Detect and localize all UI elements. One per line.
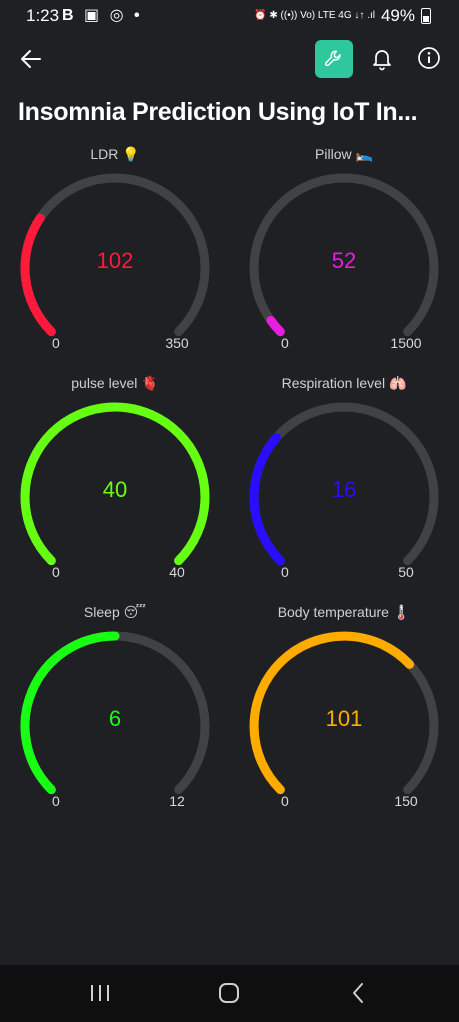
gauge-ldr[interactable]: LDR 💡 102 0 350 [10,146,220,356]
status-signal-icons: ⏰ ✱ ((•)) Vo) LTE 4G ↓↑ .ıl [254,10,375,21]
top-app-bar [0,38,459,82]
back-button[interactable] [18,46,44,72]
gauge-sleep[interactable]: Sleep 😴 6 0 12 [10,604,220,814]
gauge-min: 0 [281,335,289,351]
arrow-left-icon [21,50,41,68]
recent-apps-icon [91,985,109,1001]
gauge-label: Pillow 🛌 [315,146,373,162]
wrench-icon [325,50,341,67]
home-icon [219,983,239,1003]
status-system-icons: ⏰ ✱ ((•)) Vo) LTE 4G ↓↑ .ıl 49% [254,6,431,26]
gauge-min: 0 [281,793,289,809]
gauge-body-temperature[interactable]: Body temperature 🌡️ 101 0 150 [239,604,449,814]
gauge-max: 1500 [390,335,422,351]
gauge-value-arc [266,315,285,337]
gauge-value-arc [20,213,56,337]
status-time: 1:23 [26,6,60,25]
gauge-value: 102 [96,248,134,273]
gauge-value: 40 [102,477,128,502]
gauge-max: 50 [398,564,414,580]
gauge-value: 6 [108,706,122,731]
gauge-label: Respiration level 🫁 [281,375,407,391]
status-notification-icons: B ▣ ◎ • [62,7,143,24]
gauge-label: Body temperature 🌡️ [277,604,411,620]
gauge-max: 40 [169,564,185,580]
system-back-button[interactable] [348,980,368,1006]
home-button[interactable] [218,982,240,1004]
system-navigation-bar [0,965,459,1022]
gauge-max: 12 [169,793,185,809]
gauge-min: 0 [52,793,60,809]
gauge-respiration-level[interactable]: Respiration level 🫁 16 0 50 [239,375,449,585]
gauge-max: 350 [165,335,189,351]
bell-icon [373,50,391,71]
gauge-pulse-level[interactable]: pulse level 🫀 40 0 40 [10,375,220,585]
gauge-value: 52 [331,248,357,273]
gauge-pillow[interactable]: Pillow 🛌 52 0 1500 [239,146,449,356]
battery-percentage: 49% [380,6,415,25]
notifications-button[interactable] [370,46,394,72]
info-button[interactable] [417,46,441,70]
gauge-min: 0 [281,564,289,580]
page-title: Insomnia Prediction Using IoT In... [18,98,418,126]
gauge-max: 150 [394,793,418,809]
gauge-label: LDR 💡 [90,146,140,162]
gauge-min: 0 [52,335,60,351]
chevron-left-icon [353,983,363,1003]
settings-button[interactable] [315,40,353,78]
info-icon [418,47,440,69]
gauge-label: Sleep 😴 [83,604,147,620]
recent-apps-button[interactable] [88,982,112,1004]
battery-icon [421,8,431,24]
gauge-label: pulse level 🫀 [71,375,159,391]
gauge-min: 0 [52,564,60,580]
gauge-value: 16 [331,477,357,502]
status-bar: 1:23 B ▣ ◎ • ⏰ ✱ ((•)) Vo) LTE 4G ↓↑ .ıl… [0,0,459,32]
gauge-value: 101 [325,706,363,731]
